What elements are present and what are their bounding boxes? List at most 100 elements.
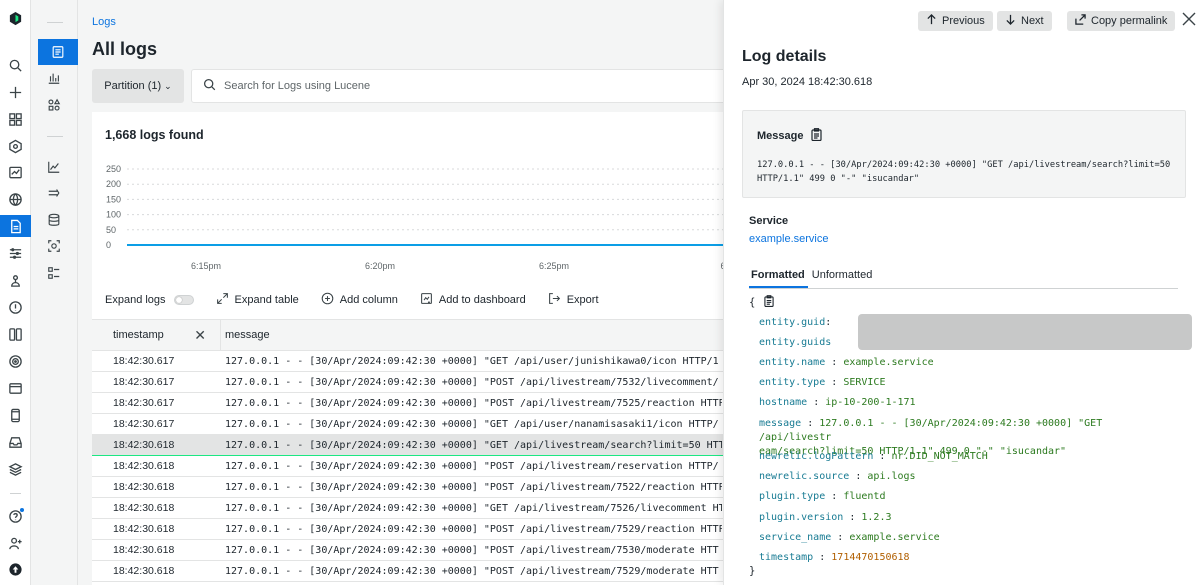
user-menu-icon[interactable] — [7, 561, 24, 578]
column-header-message[interactable]: message — [221, 329, 270, 341]
json-value: nr.DID_NOT_MATCH — [891, 451, 988, 462]
json-value: SERVICE — [843, 377, 886, 388]
message-label: Message — [757, 130, 804, 142]
inbox-icon[interactable] — [7, 434, 24, 451]
table-row[interactable]: 18:42:30.617 127.0.0.1 - - [30/Apr/2024:0… — [92, 414, 732, 435]
timestamp-cell: 18:42:30.618 — [113, 544, 175, 556]
add-user-icon[interactable] — [7, 535, 24, 552]
message-cell: 127.0.0.1 - - [30/Apr/2024:09:42:30 +000… — [225, 439, 722, 451]
infrastructure-icon[interactable] — [7, 461, 24, 478]
alerts-icon[interactable] — [7, 272, 24, 289]
add-data-icon[interactable] — [7, 84, 24, 101]
patterns-icon[interactable] — [43, 157, 65, 177]
table-body: 18:42:30.617 127.0.0.1 - - [30/Apr/2024:0… — [92, 351, 732, 582]
obfuscation-icon[interactable] — [43, 236, 65, 256]
table-row[interactable]: 18:42:30.618 127.0.0.1 - - [30/Apr/2024:0… — [92, 561, 732, 582]
timestamp-cell: 18:42:30.618 — [113, 565, 175, 577]
message-cell: 127.0.0.1 - - [30/Apr/2024:09:42:30 +000… — [225, 397, 722, 409]
timestamp-cell: 18:42:30.617 — [113, 376, 175, 388]
data-partitions-icon[interactable] — [43, 210, 65, 230]
tab-unformatted[interactable]: Unformatted — [810, 269, 876, 288]
table-row[interactable]: 18:42:30.617 127.0.0.1 - - [30/Apr/2024:0… — [92, 372, 732, 393]
json-field-log-pattern: newrelic.logPattern : nr.DID_NOT_MATCH — [759, 450, 1179, 464]
table-row[interactable]: 18:42:30.618 127.0.0.1 - - [30/Apr/2024:0… — [92, 498, 732, 519]
tab-formatted[interactable]: Formatted — [749, 269, 808, 288]
json-key: plugin.type — [759, 491, 826, 502]
json-field-entity-guids: entity.guids — [759, 336, 1179, 350]
json-close-brace: } — [749, 565, 756, 577]
table-row[interactable]: 18:42:30.618 127.0.0.1 - - [30/Apr/2024:0… — [92, 540, 732, 561]
breadcrumb[interactable]: Logs — [92, 16, 116, 28]
add-column-label: Add column — [339, 294, 398, 306]
y-tick-label: 250 — [106, 164, 121, 174]
message-line: HTTP/1.1" 499 0 "-" "isucandar" — [757, 174, 920, 184]
remove-column-icon[interactable]: ✕ — [194, 327, 206, 344]
next-label: Next — [1021, 15, 1044, 27]
arrow-up-icon — [926, 14, 937, 28]
next-button[interactable]: Next — [997, 11, 1052, 31]
search-icon — [192, 78, 216, 94]
copy-permalink-button[interactable]: Copy permalink — [1067, 11, 1176, 31]
browser-icon[interactable] — [7, 380, 24, 397]
json-sep: : — [831, 377, 838, 388]
json-open-brace: { — [749, 295, 774, 310]
timestamp-cell: 18:42:30.617 — [113, 397, 175, 409]
logs-count: 1,668 logs found — [105, 128, 204, 142]
copy-json-icon[interactable] — [764, 295, 774, 310]
toggle-switch[interactable] — [173, 295, 194, 305]
json-value: example.service — [843, 357, 934, 368]
json-key: entity.type — [759, 377, 826, 388]
expand-table-button[interactable]: Expand table — [216, 292, 299, 308]
column-header-timestamp[interactable]: timestamp ✕ — [92, 319, 221, 351]
errors-icon[interactable] — [7, 299, 24, 316]
add-to-dashboard-button[interactable]: Add to dashboard — [420, 292, 526, 308]
json-value: 1.2.3 — [861, 512, 892, 523]
mobile-icon[interactable] — [7, 407, 24, 424]
apm-icon[interactable] — [7, 326, 24, 343]
all-entities-icon[interactable] — [7, 138, 24, 155]
metrics-icon[interactable] — [7, 245, 24, 262]
copy-clipboard-icon[interactable] — [811, 128, 823, 144]
logs-icon[interactable] — [0, 215, 31, 237]
table-row[interactable]: 18:42:30.617 127.0.0.1 - - [30/Apr/2024:0… — [92, 351, 732, 372]
search-input[interactable] — [224, 80, 704, 92]
partition-dropdown[interactable]: Partition (1) ⌄ — [92, 69, 184, 103]
table-row[interactable]: 18:42:30.618 127.0.0.1 - - [30/Apr/2024:0… — [92, 456, 732, 477]
parsing-icon[interactable] — [43, 263, 65, 283]
help-icon[interactable] — [7, 508, 24, 525]
plus-circle-icon — [321, 292, 334, 308]
pipeline-icon[interactable] — [43, 183, 65, 203]
table-row[interactable]: 18:42:30.618 127.0.0.1 - - [30/Apr/2024:0… — [92, 477, 732, 498]
search-icon[interactable] — [7, 57, 24, 74]
export-button[interactable]: Export — [548, 292, 599, 308]
bar-chart-icon[interactable] — [43, 68, 65, 88]
timestamp-cell: 18:42:30.618 — [113, 523, 175, 535]
logs-sub-nav — [31, 0, 78, 585]
json-key: entity.guids — [759, 337, 832, 348]
new-relic-logo-icon[interactable] — [7, 10, 24, 27]
table-row[interactable]: 18:42:30.618 127.0.0.1 - - [30/Apr/2024:0… — [92, 435, 732, 456]
page-title: All logs — [92, 39, 158, 59]
add-column-button[interactable]: Add column — [321, 292, 398, 308]
all-capabilities-icon[interactable] — [7, 111, 24, 128]
table-row[interactable]: 18:42:30.618 127.0.0.1 - - [30/Apr/2024:0… — [92, 519, 732, 540]
json-sep: : — [837, 532, 844, 543]
y-tick-label: 100 — [106, 210, 121, 220]
message-cell: 127.0.0.1 - - [30/Apr/2024:09:42:30 +000… — [225, 355, 719, 367]
service-link[interactable]: example.service — [749, 233, 828, 245]
expand-logs-toggle[interactable]: Expand logs — [105, 294, 194, 306]
logs-table: timestamp ✕ message 18:42:30.617 127.0.0.… — [92, 319, 732, 582]
shapes-icon[interactable] — [43, 95, 65, 115]
table-row[interactable]: 18:42:30.617 127.0.0.1 - - [30/Apr/2024:0… — [92, 393, 732, 414]
search-bar[interactable] — [191, 69, 731, 103]
message-box: Message 127.0.0.1 - - [30/Apr/2024:09:42… — [742, 110, 1186, 198]
logs-view-icon[interactable] — [38, 39, 78, 65]
synthetics-icon[interactable] — [7, 353, 24, 370]
dashboards-icon[interactable] — [7, 164, 24, 181]
previous-button[interactable]: Previous — [918, 11, 993, 31]
copy-permalink-label: Copy permalink — [1091, 15, 1168, 27]
global-icon[interactable] — [7, 191, 24, 208]
close-icon[interactable] — [1182, 12, 1198, 28]
expand-icon — [216, 292, 229, 308]
logs-toolbar: Expand logs Expand table Add column Add … — [105, 292, 621, 308]
